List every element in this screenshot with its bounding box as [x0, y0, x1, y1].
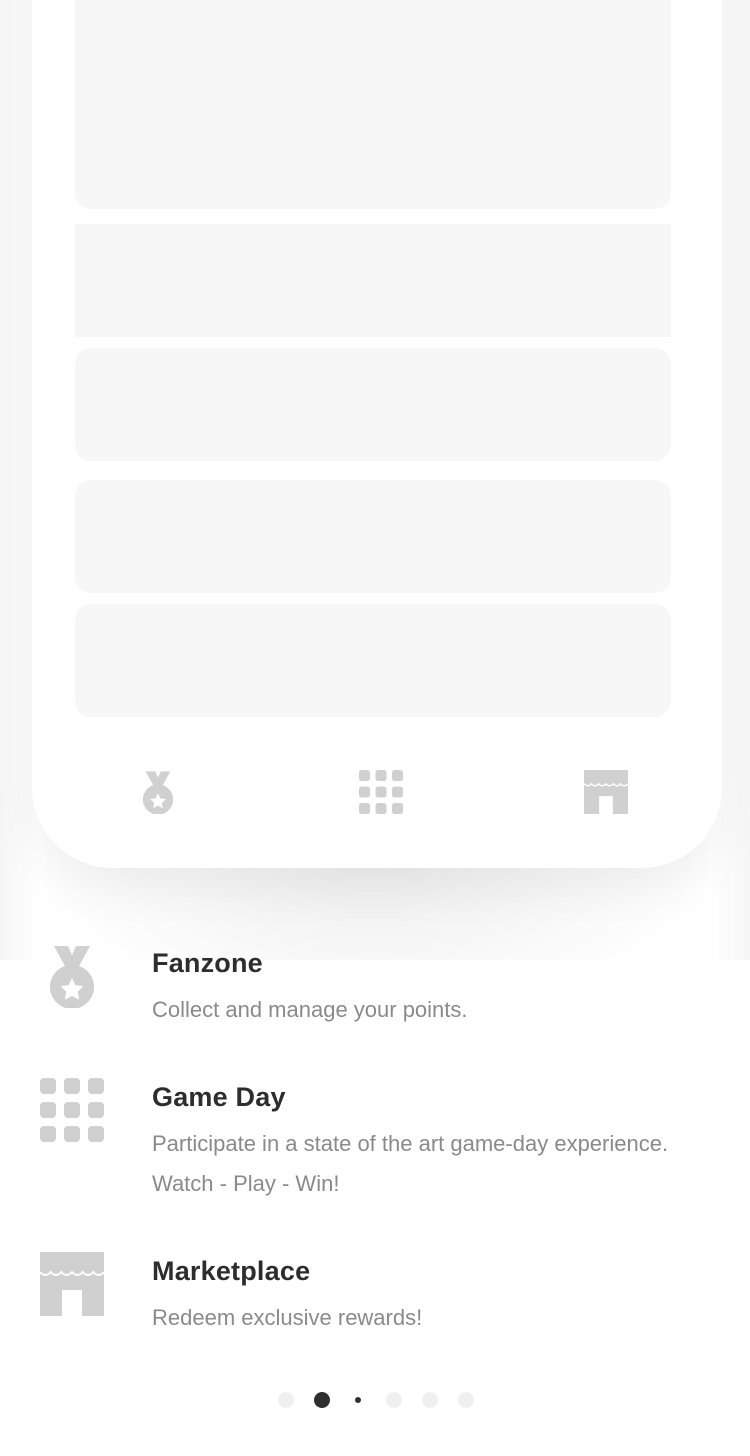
storefront-icon: [584, 770, 628, 814]
medal-icon: [142, 771, 174, 814]
content-placeholder-row: [75, 224, 671, 337]
phone-mockup: [32, 0, 722, 868]
page-dot[interactable]: [278, 1392, 294, 1408]
content-placeholder-row: [75, 480, 671, 593]
medal-icon: [50, 946, 94, 1008]
feature-title: Fanzone: [152, 948, 263, 978]
content-placeholder-row: [75, 348, 671, 461]
feature-title: Game Day: [152, 1082, 286, 1112]
page-dot[interactable]: [458, 1392, 474, 1408]
page-dot[interactable]: [422, 1392, 438, 1408]
feature-description: Participate in a state of the art game-d…: [152, 1131, 669, 1196]
feature-description: Collect and manage your points.: [152, 997, 468, 1022]
content-placeholder-row: [75, 604, 671, 717]
onboarding-screen: Fanzone Collect and manage your points. …: [0, 0, 750, 1456]
grid-icon: [40, 1078, 104, 1142]
page-indicator: [0, 1390, 750, 1410]
page-dot-active[interactable]: [314, 1392, 330, 1408]
feature-description: Redeem exclusive rewards!: [152, 1305, 423, 1330]
grid-icon: [359, 770, 403, 814]
storefront-icon: [40, 1252, 104, 1316]
page-dot[interactable]: [355, 1397, 361, 1403]
content-placeholder-hero: [75, 0, 671, 209]
page-dot[interactable]: [386, 1392, 402, 1408]
feature-title: Marketplace: [152, 1256, 311, 1286]
